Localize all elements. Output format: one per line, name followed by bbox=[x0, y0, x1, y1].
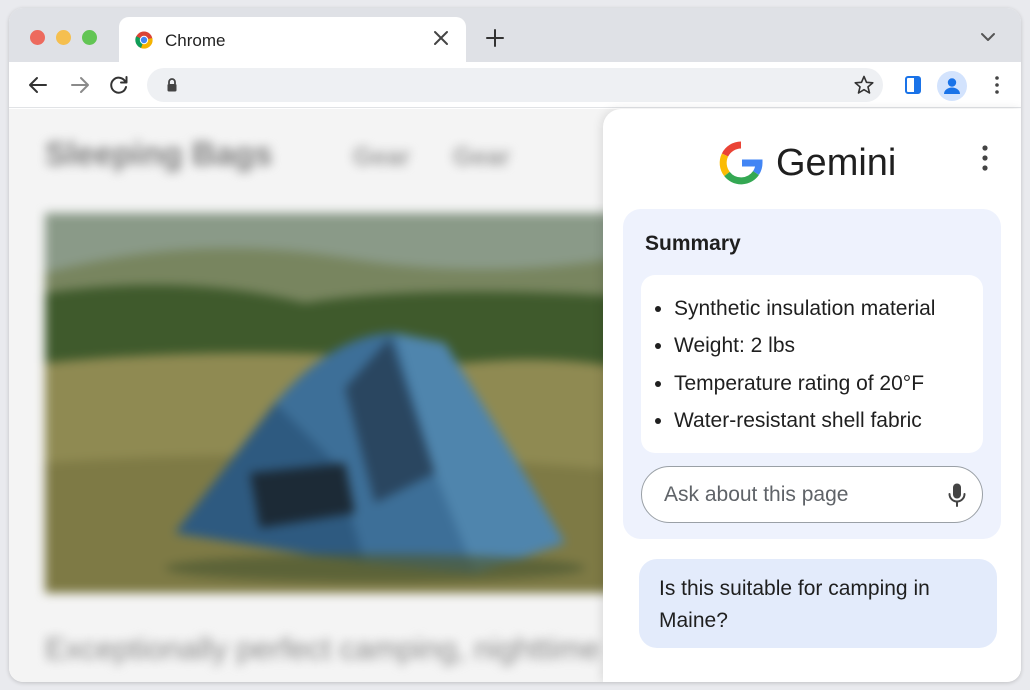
bookmark-star-icon[interactable] bbox=[853, 74, 875, 96]
tent-photo bbox=[45, 213, 645, 593]
user-message-bubble: Is this suitable for camping in Maine? bbox=[639, 559, 997, 648]
bullet-icon bbox=[655, 305, 661, 312]
gemini-side-panel: Gemini Summary Synthetic insulation mate… bbox=[603, 109, 1021, 682]
gemini-header: Gemini bbox=[718, 139, 896, 187]
summary-item: Weight: 2 lbs bbox=[655, 328, 983, 366]
ask-box bbox=[641, 466, 983, 523]
close-window-button[interactable] bbox=[30, 30, 45, 45]
reload-icon[interactable] bbox=[108, 74, 130, 96]
minimize-window-button[interactable] bbox=[56, 30, 71, 45]
more-options-icon[interactable] bbox=[979, 143, 991, 173]
page-title: Sleeping Bags bbox=[45, 135, 273, 172]
ask-input[interactable] bbox=[664, 481, 934, 509]
back-arrow-icon[interactable] bbox=[27, 74, 49, 96]
summary-item-text: Water-resistant shell fabric bbox=[674, 409, 922, 433]
side-panel-icon[interactable] bbox=[902, 74, 924, 96]
bullet-icon bbox=[655, 380, 661, 387]
bullet-icon bbox=[655, 343, 661, 350]
nav-link[interactable]: Gear bbox=[353, 143, 410, 172]
chrome-icon bbox=[135, 31, 153, 49]
profile-avatar-icon[interactable] bbox=[937, 71, 967, 101]
close-tab-icon[interactable] bbox=[430, 27, 452, 49]
summary-card: Summary Synthetic insulation material We… bbox=[623, 209, 1001, 539]
summary-item: Temperature rating of 20°F bbox=[655, 365, 983, 403]
browser-toolbar bbox=[9, 62, 1021, 108]
summary-title: Summary bbox=[645, 232, 741, 255]
page-caption: Exceptionally perfect camping, nighttime bbox=[45, 631, 600, 666]
microphone-icon[interactable] bbox=[946, 482, 968, 508]
summary-item-text: Synthetic insulation material bbox=[674, 296, 936, 320]
bullet-icon bbox=[655, 418, 661, 425]
summary-item: Synthetic insulation material bbox=[655, 290, 983, 328]
tab-search-chevron-icon[interactable] bbox=[979, 28, 997, 46]
tab-title: Chrome bbox=[165, 31, 226, 50]
kebab-menu-icon[interactable] bbox=[986, 74, 1008, 96]
lock-icon[interactable] bbox=[165, 77, 179, 93]
new-tab-icon[interactable] bbox=[484, 27, 506, 49]
browser-window: Chrome Sleeping Bags Gear Gear Exception… bbox=[9, 8, 1021, 682]
forward-arrow-icon[interactable] bbox=[69, 74, 91, 96]
gemini-brand-title: Gemini bbox=[776, 141, 897, 184]
zoom-window-button[interactable] bbox=[82, 30, 97, 45]
summary-item: Water-resistant shell fabric bbox=[655, 403, 983, 441]
tab-strip: Chrome bbox=[9, 8, 1021, 62]
address-bar[interactable] bbox=[147, 68, 883, 102]
google-g-icon bbox=[719, 141, 763, 185]
summary-item-text: Temperature rating of 20°F bbox=[674, 371, 925, 395]
summary-list: Synthetic insulation material Weight: 2 … bbox=[641, 275, 983, 453]
browser-tab[interactable]: Chrome bbox=[119, 17, 466, 62]
nav-link[interactable]: Gear bbox=[453, 143, 510, 172]
summary-item-text: Weight: 2 lbs bbox=[674, 334, 796, 358]
